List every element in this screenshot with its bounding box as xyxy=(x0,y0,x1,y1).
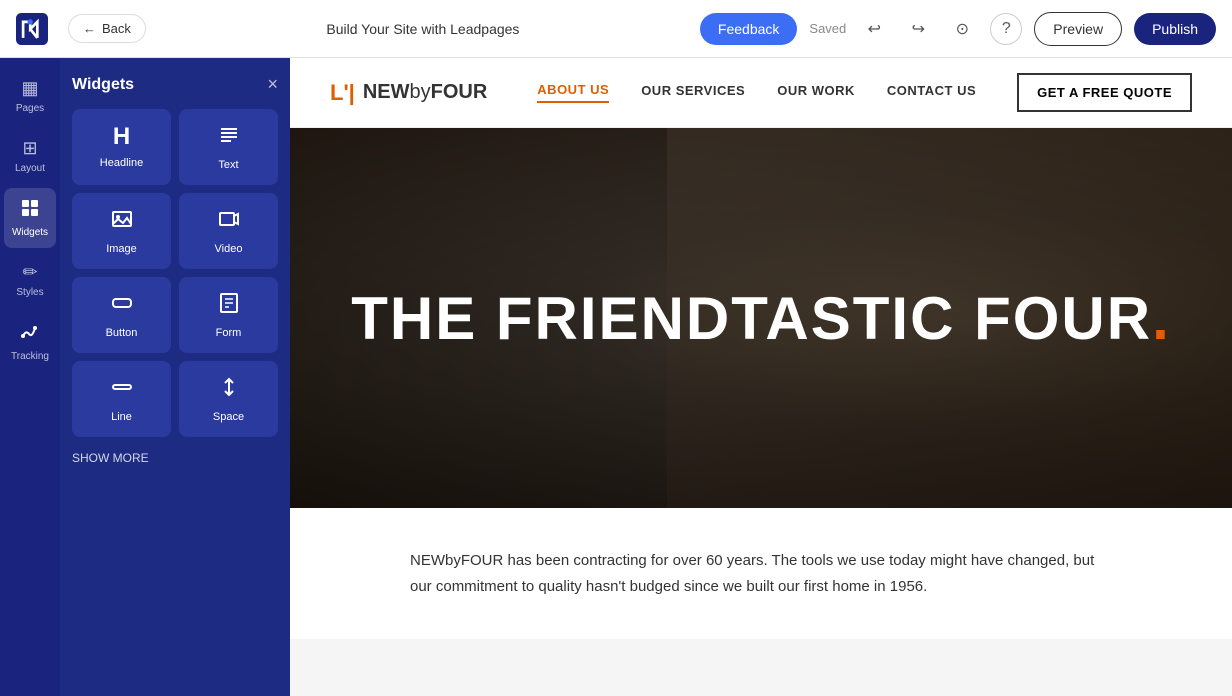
widgets-panel: Widgets × H Headline Text xyxy=(60,58,290,696)
widget-video[interactable]: Video xyxy=(179,193,278,269)
site-logo: L'| NEWbyFOUR xyxy=(330,80,487,106)
line-label: Line xyxy=(111,411,132,423)
hero-title-dot: . xyxy=(1152,285,1171,352)
back-arrow-icon: ← xyxy=(83,21,96,36)
nav-link-services[interactable]: OUR SERVICES xyxy=(641,83,745,102)
redo-button[interactable]: ↪ xyxy=(902,13,934,45)
close-widgets-panel-button[interactable]: × xyxy=(267,74,278,95)
sidebar-item-pages[interactable]: ▦ Pages xyxy=(4,68,56,124)
styles-label: Styles xyxy=(16,287,43,298)
widget-image[interactable]: Image xyxy=(72,193,171,269)
sidebar-item-styles[interactable]: ✏ Styles xyxy=(4,252,56,308)
space-label: Space xyxy=(213,411,244,423)
logo-mark: L'| xyxy=(330,80,355,106)
hero-title-text: THE FRIENDTASTIC FOUR xyxy=(351,285,1152,352)
layout-icon: ⊞ xyxy=(22,138,37,159)
site-navigation: L'| NEWbyFOUR ABOUT US OUR SERVICES OUR … xyxy=(290,58,1232,128)
button-label: Button xyxy=(106,327,138,339)
image-icon xyxy=(110,207,134,237)
publish-button[interactable]: Publish xyxy=(1134,13,1216,45)
video-label: Video xyxy=(215,243,243,255)
main-content: ▦ Pages ⊞ Layout Widgets ✏ Styles xyxy=(0,58,1232,696)
widgets-label: Widgets xyxy=(12,227,48,238)
form-icon xyxy=(217,291,241,321)
pages-label: Pages xyxy=(16,103,44,114)
app-logo xyxy=(16,13,48,45)
top-bar-right: Saved ↩ ↪ ⊙ ? Preview Publish xyxy=(809,12,1216,46)
get-quote-button[interactable]: GET A FREE QUOTE xyxy=(1017,73,1192,112)
back-button[interactable]: ← Back xyxy=(68,14,146,43)
form-label: Form xyxy=(216,327,242,339)
nav-link-work[interactable]: OUR WORK xyxy=(777,83,855,102)
pages-icon: ▦ xyxy=(21,78,38,99)
site-title: Build Your Site with Leadpages xyxy=(178,21,668,37)
logo-text: NEWbyFOUR xyxy=(363,81,487,104)
widget-headline[interactable]: H Headline xyxy=(72,109,171,185)
top-bar: ← Back Build Your Site with Leadpages Fe… xyxy=(0,0,1232,58)
text-label: Text xyxy=(218,159,238,171)
sidebar-item-widgets[interactable]: Widgets xyxy=(4,188,56,248)
video-icon xyxy=(217,207,241,237)
widget-button[interactable]: Button xyxy=(72,277,171,353)
widget-space[interactable]: Space xyxy=(179,361,278,437)
widget-line[interactable]: Line xyxy=(72,361,171,437)
left-nav: ▦ Pages ⊞ Layout Widgets ✏ Styles xyxy=(0,58,60,696)
content-paragraph: NEWbyFOUR has been contracting for over … xyxy=(410,548,1112,599)
hero-title: THE FRIENDTASTIC FOUR. xyxy=(351,284,1171,353)
feedback-button[interactable]: Feedback xyxy=(700,13,797,45)
headline-icon: H xyxy=(113,123,130,151)
text-icon xyxy=(217,123,241,153)
nav-link-about[interactable]: ABOUT US xyxy=(537,82,609,103)
saved-status: Saved xyxy=(809,21,846,36)
sidebar-item-tracking[interactable]: Tracking xyxy=(4,312,56,372)
layout-label: Layout xyxy=(15,163,45,174)
line-icon xyxy=(110,375,134,405)
site-nav-links: ABOUT US OUR SERVICES OUR WORK CONTACT U… xyxy=(537,82,1017,103)
content-section: NEWbyFOUR has been contracting for over … xyxy=(290,508,1232,639)
widgets-panel-header: Widgets × xyxy=(72,74,278,95)
widget-form[interactable]: Form xyxy=(179,277,278,353)
undo-button[interactable]: ↩ xyxy=(858,13,890,45)
hero-section: THE FRIENDTASTIC FOUR. xyxy=(290,128,1232,508)
show-more-button[interactable]: SHOW MORE xyxy=(72,451,149,465)
sidebar-item-layout[interactable]: ⊞ Layout xyxy=(4,128,56,184)
styles-icon: ✏ xyxy=(22,262,37,283)
widgets-grid: H Headline Text xyxy=(72,109,278,437)
space-icon xyxy=(217,375,241,405)
tracking-label: Tracking xyxy=(11,351,49,362)
help-button[interactable]: ? xyxy=(990,13,1022,45)
image-label: Image xyxy=(106,243,137,255)
widget-text[interactable]: Text xyxy=(179,109,278,185)
widgets-panel-title: Widgets xyxy=(72,76,134,94)
back-label: Back xyxy=(102,21,131,36)
canvas-area: L'| NEWbyFOUR ABOUT US OUR SERVICES OUR … xyxy=(290,58,1232,696)
tracking-icon xyxy=(20,322,40,347)
button-icon xyxy=(110,291,134,321)
settings-button[interactable]: ⊙ xyxy=(946,13,978,45)
nav-link-contact[interactable]: CONTACT US xyxy=(887,83,976,102)
hero-content: THE FRIENDTASTIC FOUR. xyxy=(351,284,1171,353)
headline-label: Headline xyxy=(100,157,143,169)
preview-button[interactable]: Preview xyxy=(1034,12,1122,46)
widgets-icon xyxy=(20,198,40,223)
